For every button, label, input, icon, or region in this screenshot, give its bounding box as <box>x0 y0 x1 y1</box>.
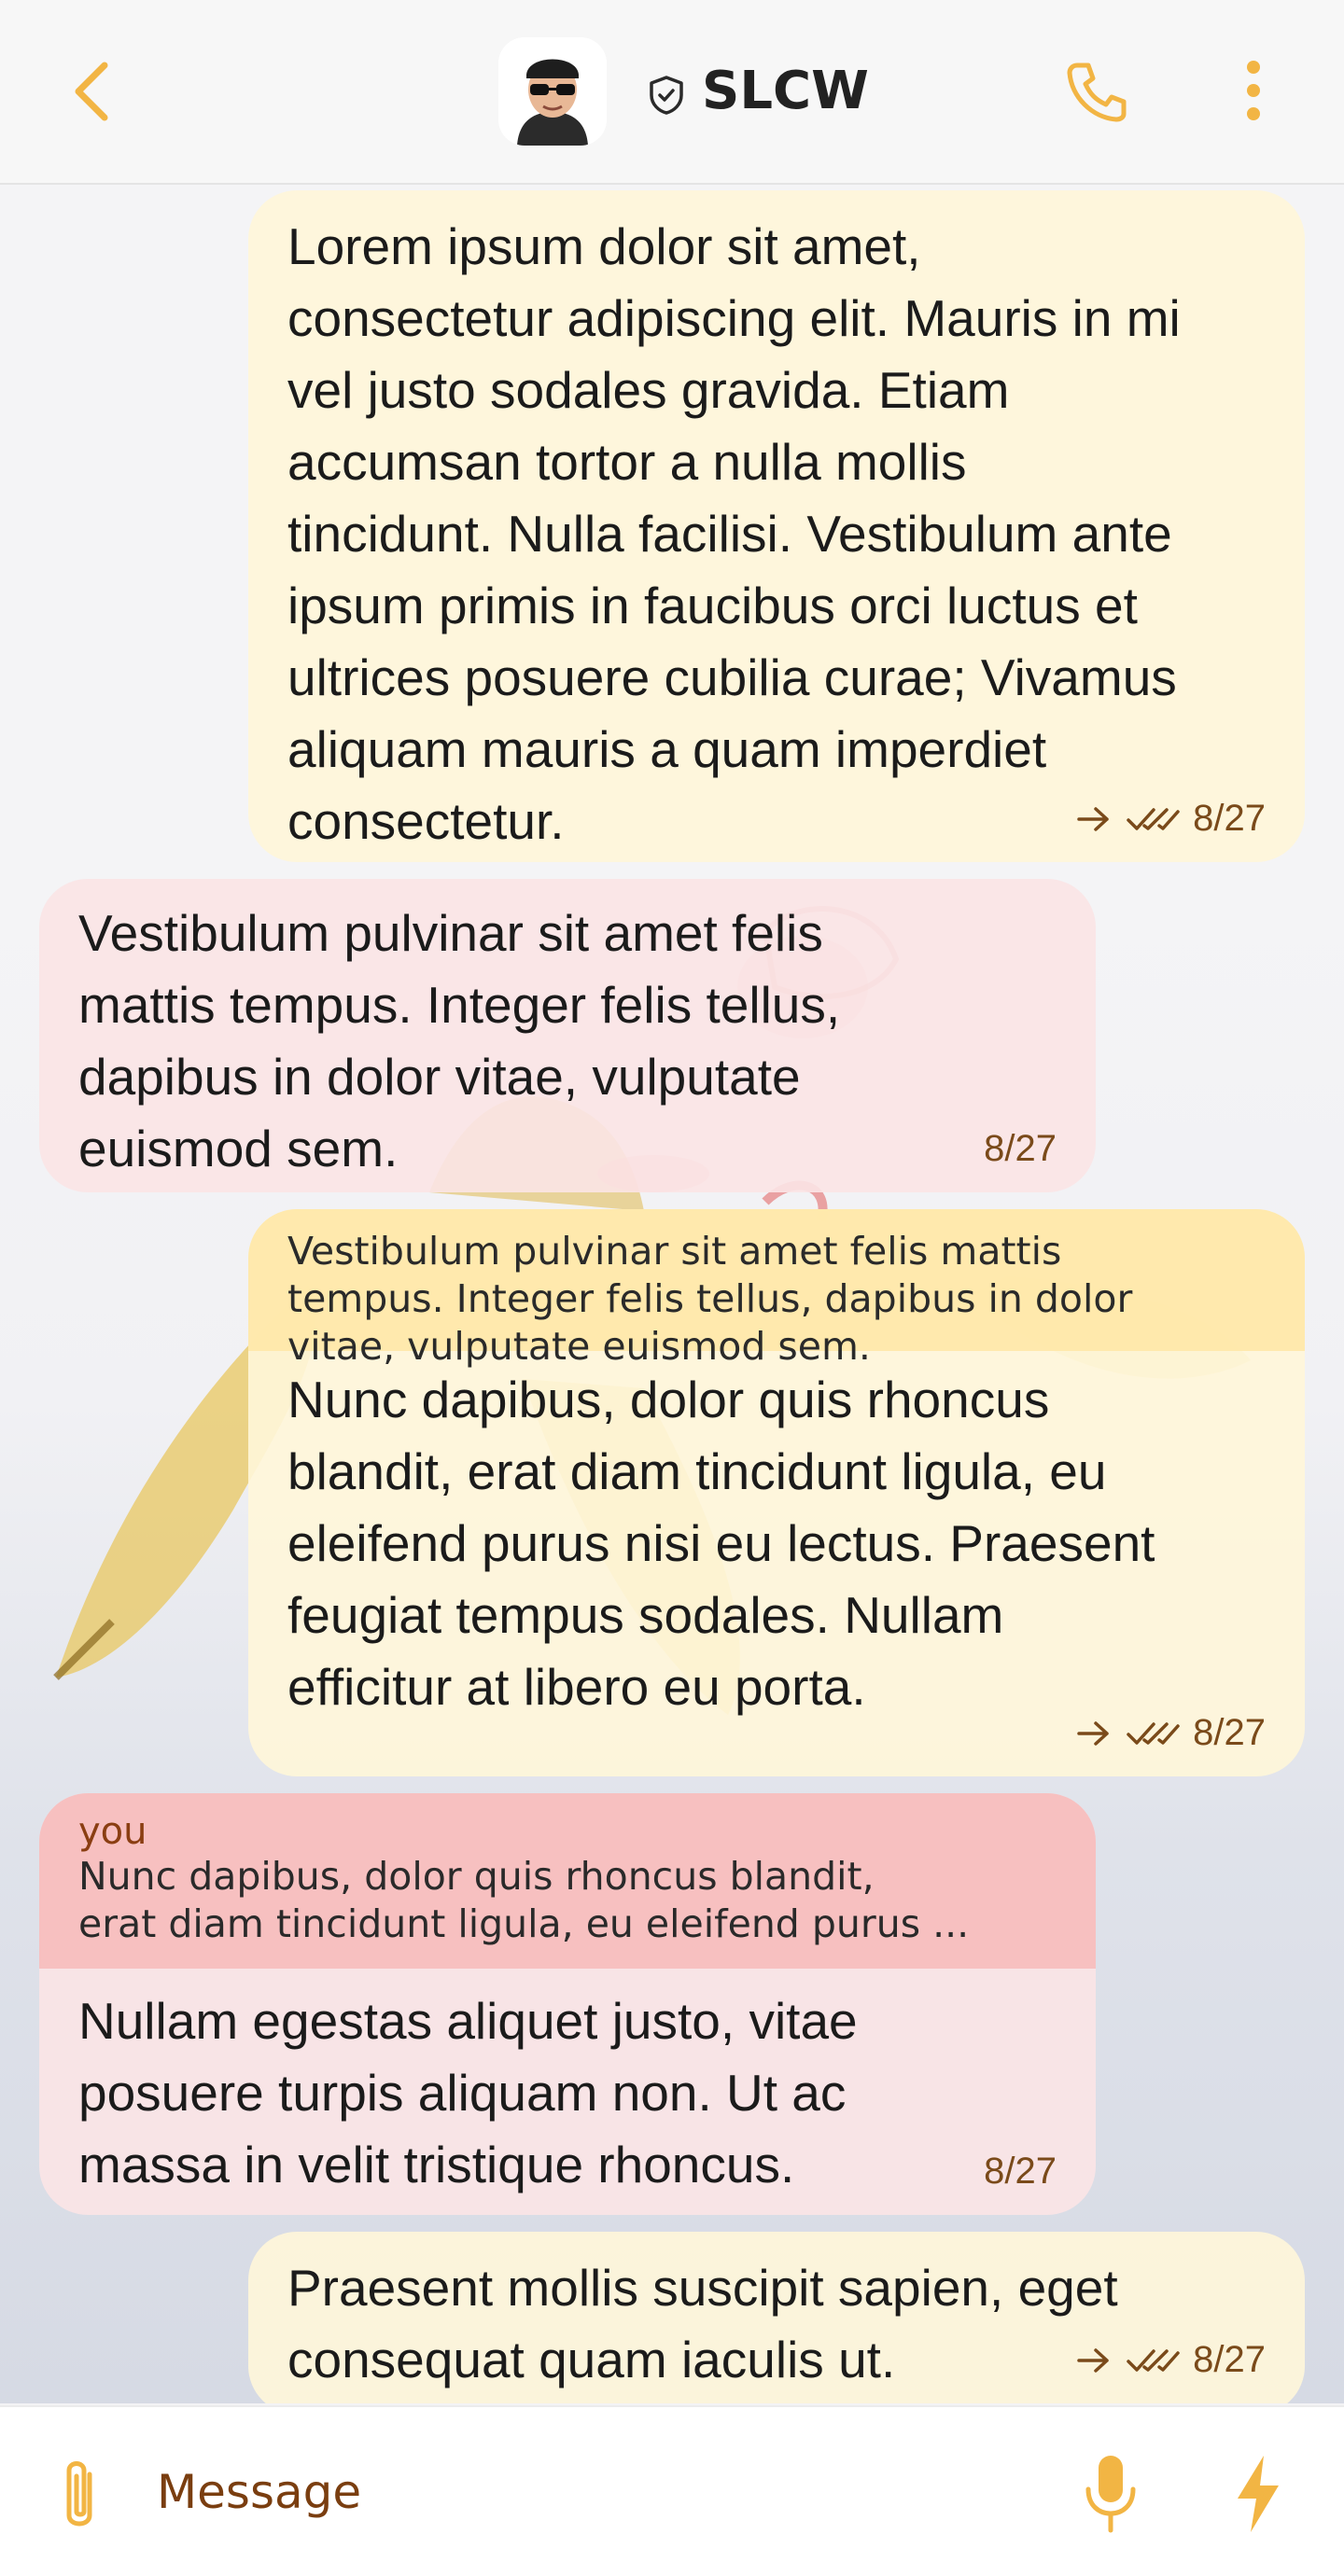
chevron-left-icon[interactable] <box>58 54 133 129</box>
message-meta: 8/27 <box>1075 1712 1266 1754</box>
message-time: 8/27 <box>1193 2339 1266 2380</box>
message-meta: 8/27 <box>984 2151 1057 2193</box>
lightning-icon[interactable] <box>1234 2454 1282 2534</box>
quote-text-line: erat diam tincidunt ligula, eu eleifend … <box>78 1901 970 1946</box>
message-text: Nunc dapibus, dolor quis rhoncus blandit… <box>287 1371 1155 1716</box>
phone-icon[interactable] <box>1064 60 1129 125</box>
message-meta: 8/27 <box>1075 798 1266 840</box>
message-text: Lorem ipsum dolor sit amet, consectetur … <box>287 217 1181 850</box>
double-check-icon <box>1127 1721 1180 1745</box>
quote-text-line: Nunc dapibus, dolor quis rhoncus blandit… <box>78 1854 875 1899</box>
message-time: 8/27 <box>1193 798 1266 839</box>
avatar[interactable] <box>498 37 607 146</box>
message-incoming[interactable]: Vestibulum pulvinar sit amet felis matti… <box>39 879 1096 1192</box>
microphone-icon[interactable] <box>1083 2452 1139 2536</box>
chat-area[interactable]: Lorem ipsum dolor sit amet, consectetur … <box>0 185 1344 2403</box>
message-text: Vestibulum pulvinar sit amet felis matti… <box>78 904 841 1177</box>
message-meta: 8/27 <box>984 1128 1057 1170</box>
message-composer <box>0 2405 1344 2576</box>
reply-quote[interactable]: you Nunc dapibus, dolor quis rhoncus bla… <box>39 1793 1096 1969</box>
message-meta: 8/27 <box>1075 2339 1266 2381</box>
paperclip-icon[interactable] <box>49 2454 110 2538</box>
double-check-icon <box>1127 807 1180 830</box>
double-check-icon <box>1127 2348 1180 2372</box>
reply-quote[interactable]: Vestibulum pulvinar sit amet felis matti… <box>248 1209 1305 1369</box>
forward-arrow-icon <box>1077 2347 1109 2373</box>
forward-arrow-icon <box>1077 806 1109 831</box>
message-outgoing[interactable]: Vestibulum pulvinar sit amet felis matti… <box>248 1209 1305 1776</box>
message-time: 8/27 <box>984 1128 1057 1169</box>
chat-title[interactable]: SLCW <box>702 54 869 129</box>
quote-text: Vestibulum pulvinar sit amet felis matti… <box>287 1229 1133 1369</box>
message-outgoing[interactable]: Praesent mollis suscipit sapien, eget co… <box>248 2232 1305 2403</box>
forward-arrow-icon <box>1077 1720 1109 1746</box>
message-incoming[interactable]: you Nunc dapibus, dolor quis rhoncus bla… <box>39 1793 1096 2215</box>
shield-icon <box>650 76 683 115</box>
message-text: Nullam egestas aliquet justo, vitae posu… <box>78 1992 858 2193</box>
more-vertical-icon[interactable] <box>1230 58 1277 123</box>
message-input[interactable] <box>155 2444 999 2540</box>
chat-header: SLCW <box>0 0 1344 185</box>
message-time: 8/27 <box>984 2151 1057 2192</box>
message-time: 8/27 <box>1193 1712 1266 1753</box>
message-outgoing[interactable]: Lorem ipsum dolor sit amet, consectetur … <box>248 190 1305 862</box>
quote-author: you <box>78 1810 147 1853</box>
